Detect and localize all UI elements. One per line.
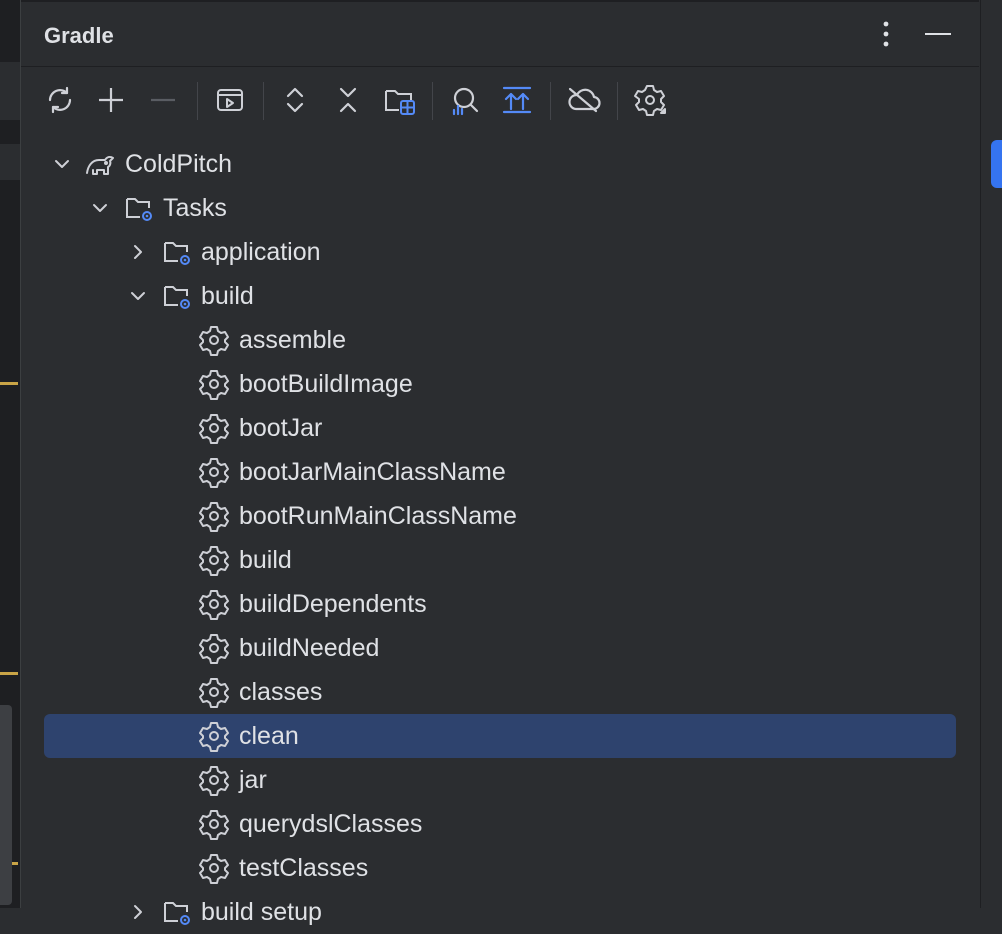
- toolbar-separator: [197, 82, 198, 120]
- chevron-right-icon[interactable]: [126, 900, 150, 924]
- group-label: build setup: [201, 898, 322, 926]
- toolbar-separator: [617, 82, 618, 120]
- gear-icon: [199, 634, 229, 664]
- task-folder-icon: [164, 286, 190, 309]
- gear-icon: [199, 590, 229, 620]
- tree-row-project[interactable]: ColdPitch: [44, 142, 956, 186]
- editor-gutter: [0, 0, 21, 908]
- editor-breadcrumb-strip: [0, 144, 20, 180]
- task-label: testClasses: [239, 854, 369, 882]
- more-options-icon[interactable]: [870, 18, 902, 50]
- project-label: ColdPitch: [125, 150, 232, 178]
- right-tool-window-bar: [980, 0, 1002, 908]
- tree-row-task[interactable]: assemble: [44, 318, 956, 362]
- gear-icon: [199, 546, 229, 576]
- gradle-panel: Gradle ColdPitch Tasks application build…: [21, 0, 979, 926]
- gear-icon: [199, 766, 229, 796]
- run-configurations-icon[interactable]: [212, 82, 248, 118]
- gear-icon: [199, 414, 229, 444]
- tree-row-group[interactable]: application: [44, 230, 956, 274]
- reload-icon[interactable]: [42, 82, 78, 118]
- gradle-tool-window-tab[interactable]: [991, 140, 1002, 188]
- panel-header: Gradle: [21, 2, 979, 67]
- tree-row-task[interactable]: classes: [44, 670, 956, 714]
- tree-row-task[interactable]: testClasses: [44, 846, 956, 890]
- task-label: classes: [239, 678, 323, 706]
- tree-row-task-selected[interactable]: clean: [44, 714, 956, 758]
- gear-icon: [199, 810, 229, 840]
- toolbar-separator: [432, 82, 433, 120]
- task-folder-icon: [164, 242, 190, 265]
- analyze-dependencies-icon[interactable]: [446, 82, 482, 118]
- task-label: buildNeeded: [239, 634, 380, 662]
- editor-scrollbar[interactable]: [0, 705, 12, 905]
- expand-all-icon[interactable]: [277, 82, 313, 118]
- tree-row-group[interactable]: build: [44, 274, 956, 318]
- toolbar: [21, 68, 979, 132]
- editor-tab-strip: [0, 62, 20, 120]
- tree-row-group[interactable]: build setup: [44, 890, 956, 934]
- group-label: application: [201, 238, 321, 266]
- add-icon[interactable]: [93, 82, 129, 118]
- tasks-label: Tasks: [163, 194, 227, 222]
- task-label: assemble: [239, 326, 346, 354]
- gear-icon: [199, 854, 229, 884]
- settings-icon[interactable]: [632, 82, 668, 118]
- tree-row-task[interactable]: bootJarMainClassName: [44, 450, 956, 494]
- gear-icon: [199, 458, 229, 488]
- tree-row-task[interactable]: bootJar: [44, 406, 956, 450]
- dependencies-icon[interactable]: [382, 82, 418, 118]
- gear-icon: [199, 678, 229, 708]
- tree-row-tasks[interactable]: Tasks: [44, 186, 956, 230]
- toolbar-separator: [263, 82, 264, 120]
- tree-row-task[interactable]: querydslClasses: [44, 802, 956, 846]
- tree-row-task[interactable]: bootRunMainClassName: [44, 494, 956, 538]
- chevron-down-icon[interactable]: [88, 196, 112, 220]
- task-label: bootBuildImage: [239, 370, 413, 398]
- panel-title: Gradle: [44, 23, 114, 48]
- tree-row-task[interactable]: buildNeeded: [44, 626, 956, 670]
- task-label: bootJar: [239, 414, 323, 442]
- gear-icon: [199, 722, 229, 752]
- change-marker: [0, 382, 18, 385]
- collapse-all-icon[interactable]: [330, 82, 366, 118]
- change-marker: [0, 672, 18, 675]
- tree-row-task[interactable]: jar: [44, 758, 956, 802]
- task-label: buildDependents: [239, 590, 427, 618]
- gear-icon: [199, 326, 229, 356]
- gear-icon: [199, 502, 229, 532]
- tree-row-task[interactable]: buildDependents: [44, 582, 956, 626]
- show-dependency-changes-icon[interactable]: [499, 82, 535, 118]
- task-label: querydslClasses: [239, 810, 423, 838]
- tree-row-task[interactable]: build: [44, 538, 956, 582]
- task-label: build: [239, 546, 292, 574]
- chevron-down-icon[interactable]: [50, 152, 74, 176]
- tree-row-task[interactable]: bootBuildImage: [44, 362, 956, 406]
- task-folder-icon: [126, 198, 152, 221]
- task-folder-icon: [164, 902, 190, 925]
- gear-icon: [199, 370, 229, 400]
- task-label: bootJarMainClassName: [239, 458, 506, 486]
- task-label: jar: [239, 766, 267, 794]
- task-label: clean: [239, 722, 299, 750]
- task-label: bootRunMainClassName: [239, 502, 517, 530]
- offline-mode-icon[interactable]: [566, 82, 602, 118]
- gradle-elephant-icon: [86, 155, 114, 175]
- remove-icon[interactable]: [145, 82, 181, 118]
- toolbar-separator: [550, 82, 551, 120]
- chevron-right-icon[interactable]: [126, 240, 150, 264]
- minimize-icon[interactable]: [922, 18, 954, 50]
- group-label: build: [201, 282, 254, 310]
- chevron-down-icon[interactable]: [126, 284, 150, 308]
